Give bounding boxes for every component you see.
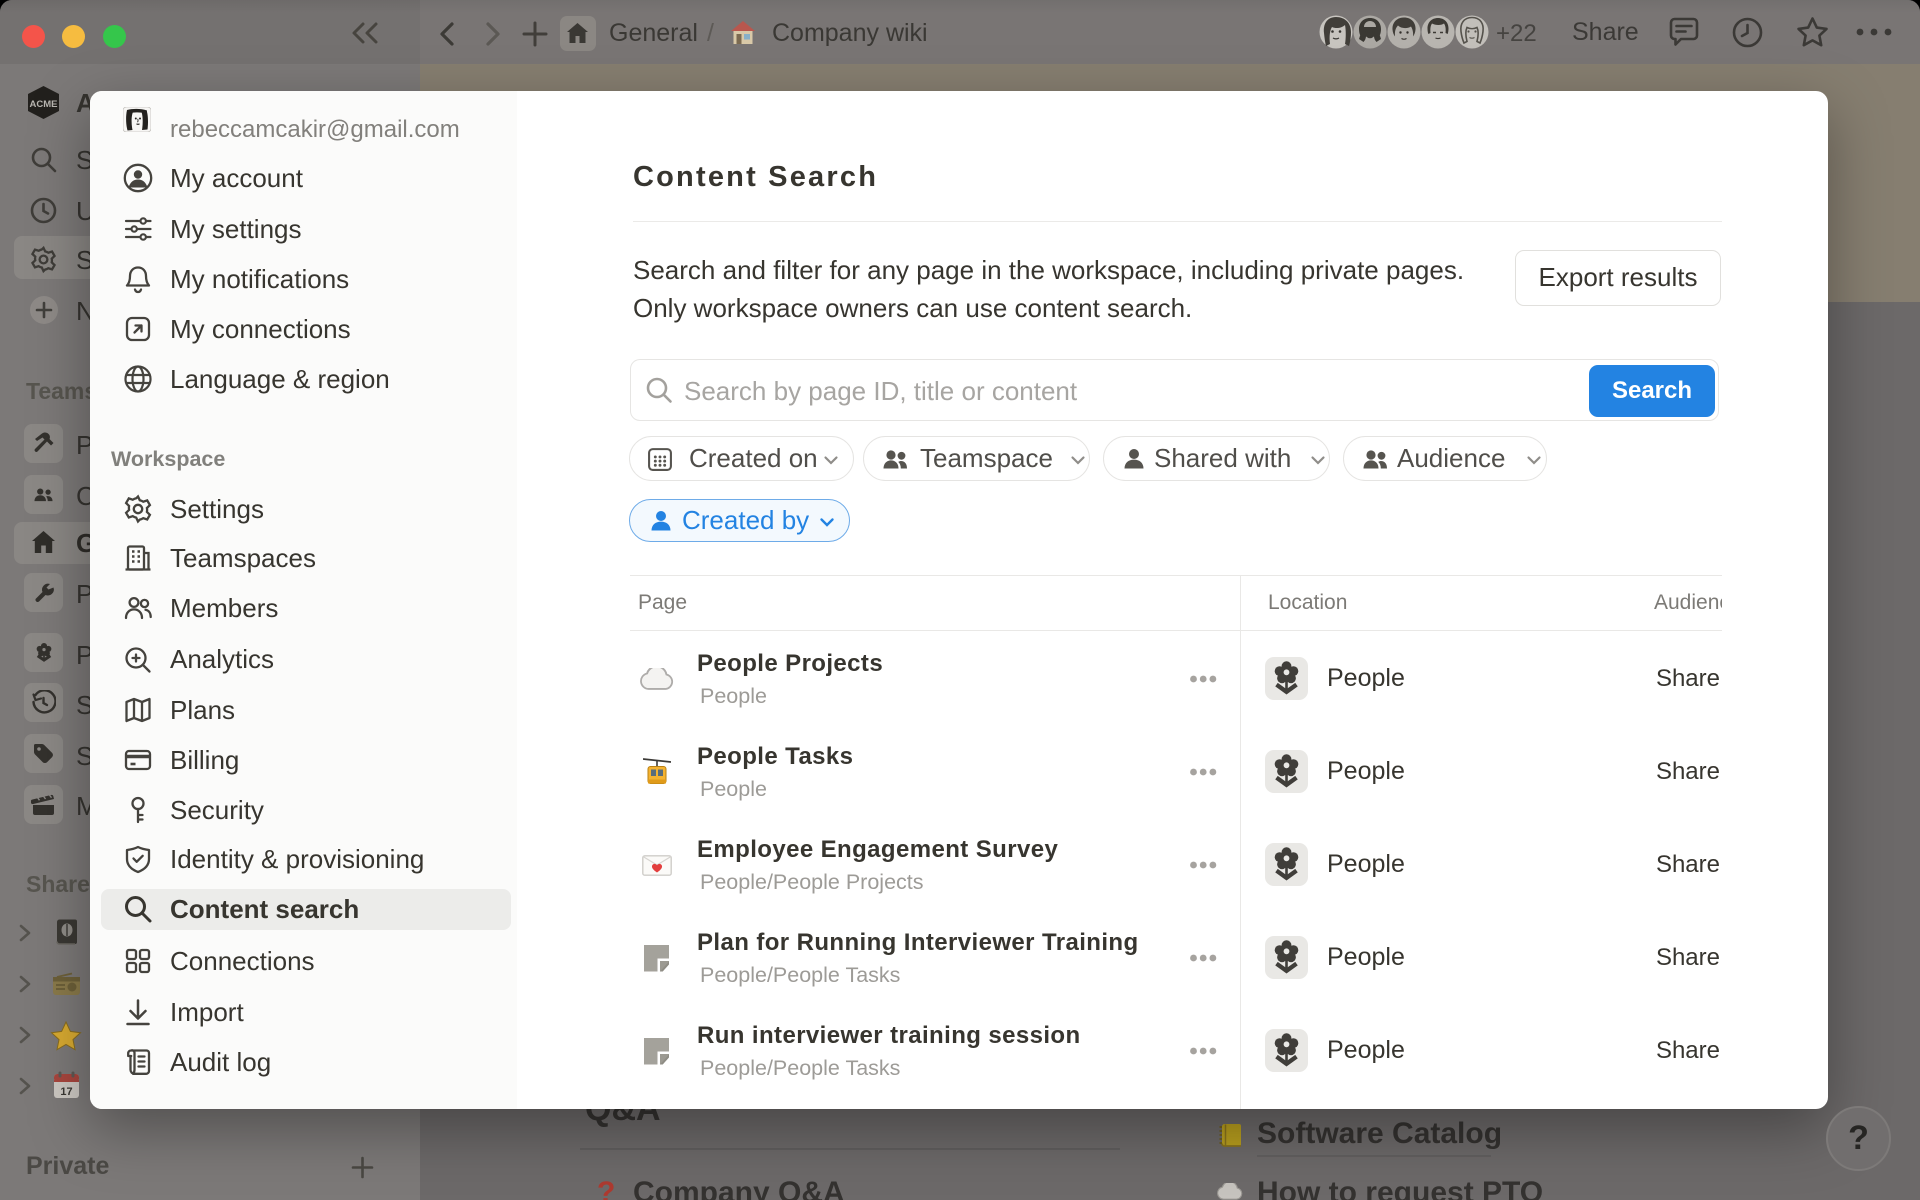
svg-text:17: 17 — [60, 1086, 72, 1098]
svg-text:ACME: ACME — [30, 99, 58, 110]
